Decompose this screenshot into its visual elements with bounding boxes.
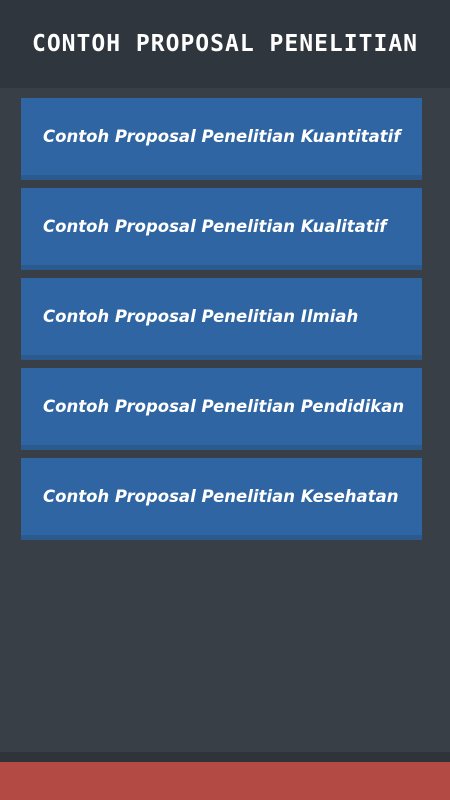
footer-divider	[0, 752, 450, 762]
menu-item-kesehatan[interactable]: Contoh Proposal Penelitian Kesehatan	[21, 458, 422, 540]
menu-item-label: Contoh Proposal Penelitian Kualitatif	[43, 217, 387, 236]
app-title: CONTOH PROPOSAL PENELITIAN	[31, 31, 419, 57]
menu-item-label: Contoh Proposal Penelitian Pendidikan	[43, 397, 405, 416]
ad-banner-area[interactable]	[0, 762, 450, 800]
menu-item-ilmiah[interactable]: Contoh Proposal Penelitian Ilmiah	[21, 278, 422, 360]
app-screen: CONTOH PROPOSAL PENELITIAN Contoh Propos…	[0, 0, 450, 800]
menu-item-label: Contoh Proposal Penelitian Kesehatan	[43, 487, 399, 506]
app-header: CONTOH PROPOSAL PENELITIAN	[0, 0, 450, 88]
menu-item-kualitatif[interactable]: Contoh Proposal Penelitian Kualitatif	[21, 188, 422, 270]
menu-item-pendidikan[interactable]: Contoh Proposal Penelitian Pendidikan	[21, 368, 422, 450]
menu-item-kuantitatif[interactable]: Contoh Proposal Penelitian Kuantitatif	[21, 98, 422, 180]
menu-list: Contoh Proposal Penelitian Kuantitatif C…	[21, 98, 422, 548]
menu-item-label: Contoh Proposal Penelitian Ilmiah	[43, 307, 359, 326]
menu-item-label: Contoh Proposal Penelitian Kuantitatif	[43, 127, 401, 146]
